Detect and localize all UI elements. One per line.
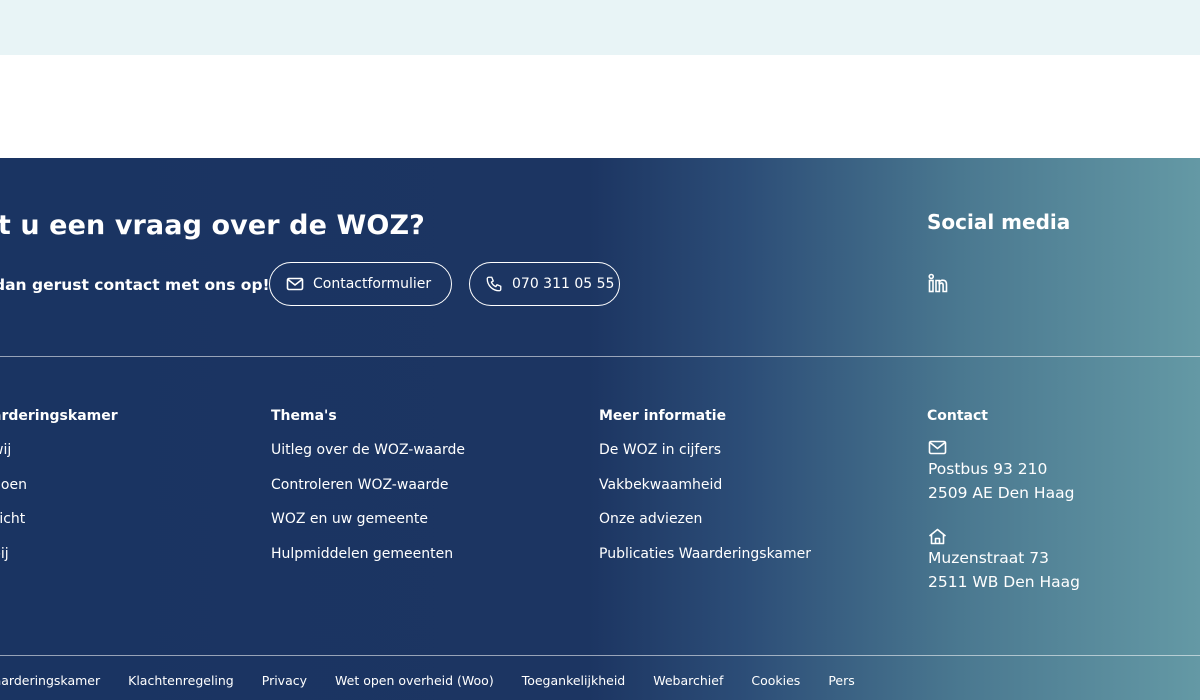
footer-link[interactable]: De WOZ in cijfers: [599, 442, 721, 458]
home-icon: [928, 528, 947, 545]
bottom-link-waarderingskamer[interactable]: Vaarderingskamer: [0, 673, 100, 688]
bottom-link-woo[interactable]: Wet open overheid (Woo): [335, 673, 494, 688]
visit-line-2: 2511 WB Den Haag: [928, 573, 1080, 591]
cta-text: dan gerust contact met ons op!: [0, 276, 270, 294]
column-title-contact: Contact: [927, 408, 988, 424]
envelope-icon: [286, 275, 304, 293]
footer-link[interactable]: Publicaties Waarderingskamer: [599, 546, 811, 562]
footer-divider-top: [0, 356, 1200, 357]
bottom-link-klachtenregeling[interactable]: Klachtenregeling: [128, 673, 234, 688]
top-band: [0, 0, 1200, 55]
cta-title: ft u een vraag over de WOZ?: [0, 210, 425, 241]
social-media-title: Social media: [927, 210, 1071, 234]
footer-link[interactable]: Onze adviezen: [599, 511, 702, 527]
footer-link[interactable]: Vakbekwaamheid: [599, 477, 722, 493]
content-spacer: [0, 55, 1200, 158]
visit-line-1: Muzenstraat 73: [928, 549, 1049, 567]
column-title-waarderingskamer: arderingskamer: [0, 408, 118, 424]
footer-link[interactable]: Uitleg over de WOZ-waarde: [271, 442, 465, 458]
footer-link[interactable]: zicht: [0, 511, 25, 527]
footer-link[interactable]: bij: [0, 546, 9, 562]
phone-button[interactable]: 070 311 05 55: [469, 262, 620, 306]
phone-icon: [485, 275, 503, 293]
contact-form-button[interactable]: Contactformulier: [269, 262, 452, 306]
mail-icon: [928, 439, 947, 456]
column-title-meer-informatie: Meer informatie: [599, 408, 727, 424]
column-links-waarderingskamer: wij doen zicht bij: [0, 442, 27, 580]
footer-link[interactable]: Hulpmiddelen gemeenten: [271, 546, 453, 562]
bottom-link-privacy[interactable]: Privacy: [262, 673, 307, 688]
bottom-link-webarchief[interactable]: Webarchief: [653, 673, 723, 688]
column-links-themas: Uitleg over de WOZ-waarde Controleren WO…: [271, 442, 465, 580]
bottom-link-pers[interactable]: Pers: [828, 673, 854, 688]
footer-link[interactable]: WOZ en uw gemeente: [271, 511, 428, 527]
bottom-link-toegankelijkheid[interactable]: Toegankelijkheid: [522, 673, 626, 688]
footer-link[interactable]: doen: [0, 477, 27, 493]
postal-line-2: 2509 AE Den Haag: [928, 484, 1075, 502]
footer-link[interactable]: wij: [0, 442, 11, 458]
postal-address: Postbus 93 210 2509 AE Den Haag: [928, 439, 1074, 505]
footer-link[interactable]: Controleren WOZ-waarde: [271, 477, 448, 493]
postal-line-1: Postbus 93 210: [928, 460, 1048, 478]
column-title-themas: Thema's: [271, 408, 337, 424]
visit-address: Muzenstraat 73 2511 WB Den Haag: [928, 528, 1080, 594]
column-links-meer-informatie: De WOZ in cijfers Vakbekwaamheid Onze ad…: [599, 442, 811, 580]
site-footer: ft u een vraag over de WOZ? dan gerust c…: [0, 158, 1200, 700]
linkedin-icon[interactable]: [928, 273, 948, 293]
bottom-link-cookies[interactable]: Cookies: [751, 673, 800, 688]
contact-form-label: Contactformulier: [313, 276, 432, 292]
footer-divider-bottom: [0, 655, 1200, 656]
phone-label: 070 311 05 55: [512, 276, 615, 292]
footer-bottom-nav: Vaarderingskamer Klachtenregeling Privac…: [0, 673, 855, 688]
